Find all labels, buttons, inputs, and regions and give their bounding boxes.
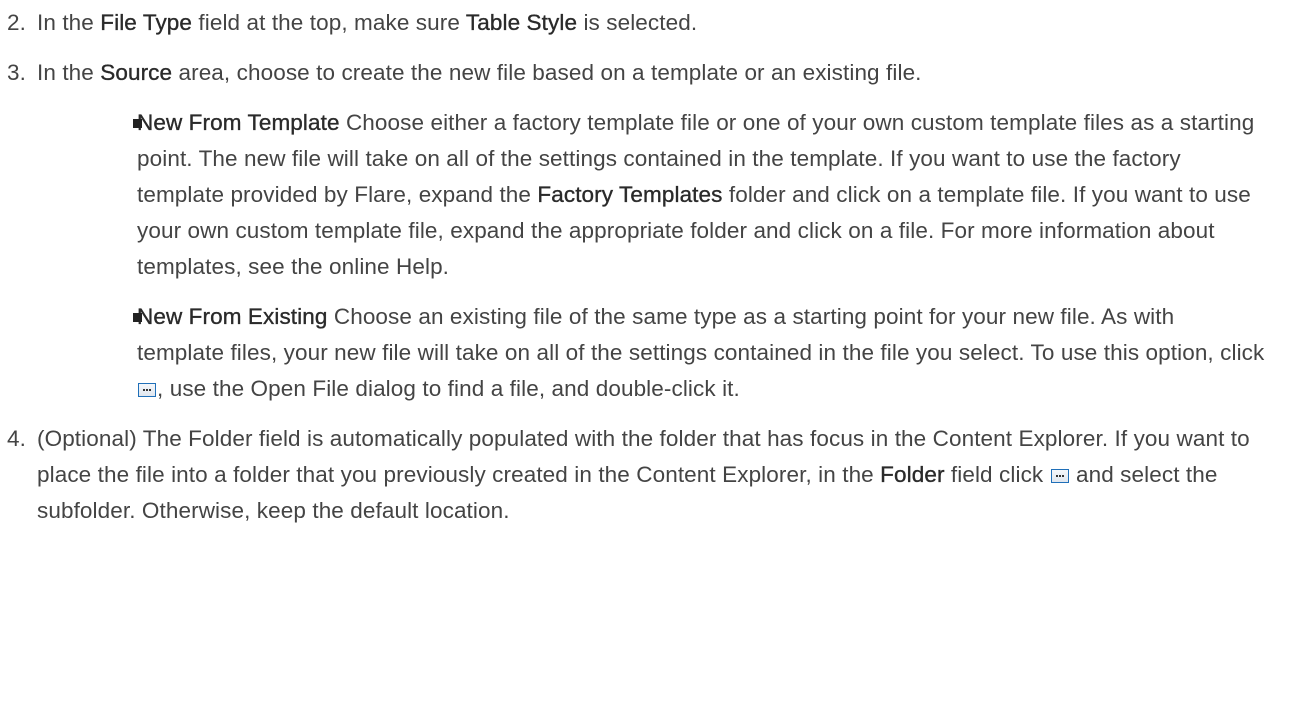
step-number: 2. [7, 10, 26, 35]
bullet-square-icon [133, 313, 142, 322]
table-style-label: Table Style [465, 10, 578, 35]
ellipsis-browse-icon [138, 383, 156, 397]
source-options-list: New From Template Choose either a factor… [37, 105, 1297, 407]
bullet-square-icon [133, 119, 142, 128]
step-2: 2. In the File Type field at the top, ma… [0, 5, 1297, 41]
bullet-text: , use the Open File dialog to find a fil… [157, 376, 740, 401]
step-number: 3. [7, 60, 26, 85]
instructions-document: 2. In the File Type field at the top, ma… [0, 5, 1297, 543]
ellipsis-browse-icon [1050, 469, 1069, 483]
step-number: 4. [7, 426, 26, 451]
step-text: In the [37, 10, 101, 35]
step-text: area, choose to create the new file base… [172, 60, 922, 85]
step-text: In the [37, 60, 101, 85]
new-from-existing-label: New From Existing [137, 304, 328, 329]
list-item-new-from-template: New From Template Choose either a factor… [37, 105, 1297, 285]
new-from-template-label: New From Template [137, 110, 340, 135]
list-item-new-from-existing: New From Existing Choose an existing fil… [37, 299, 1297, 407]
step-text: field click [944, 462, 1050, 487]
source-label: Source [100, 60, 173, 85]
step-3: 3. In the Source area, choose to create … [0, 55, 1297, 407]
file-type-label: File Type [100, 10, 193, 35]
folder-label: Folder [880, 462, 945, 487]
factory-templates-label: Factory Templates [537, 182, 723, 207]
step-4: 4. (Optional) The Folder field is automa… [0, 421, 1297, 529]
step-text: field at the top, make sure [192, 10, 466, 35]
step-text: is selected. [577, 10, 698, 35]
